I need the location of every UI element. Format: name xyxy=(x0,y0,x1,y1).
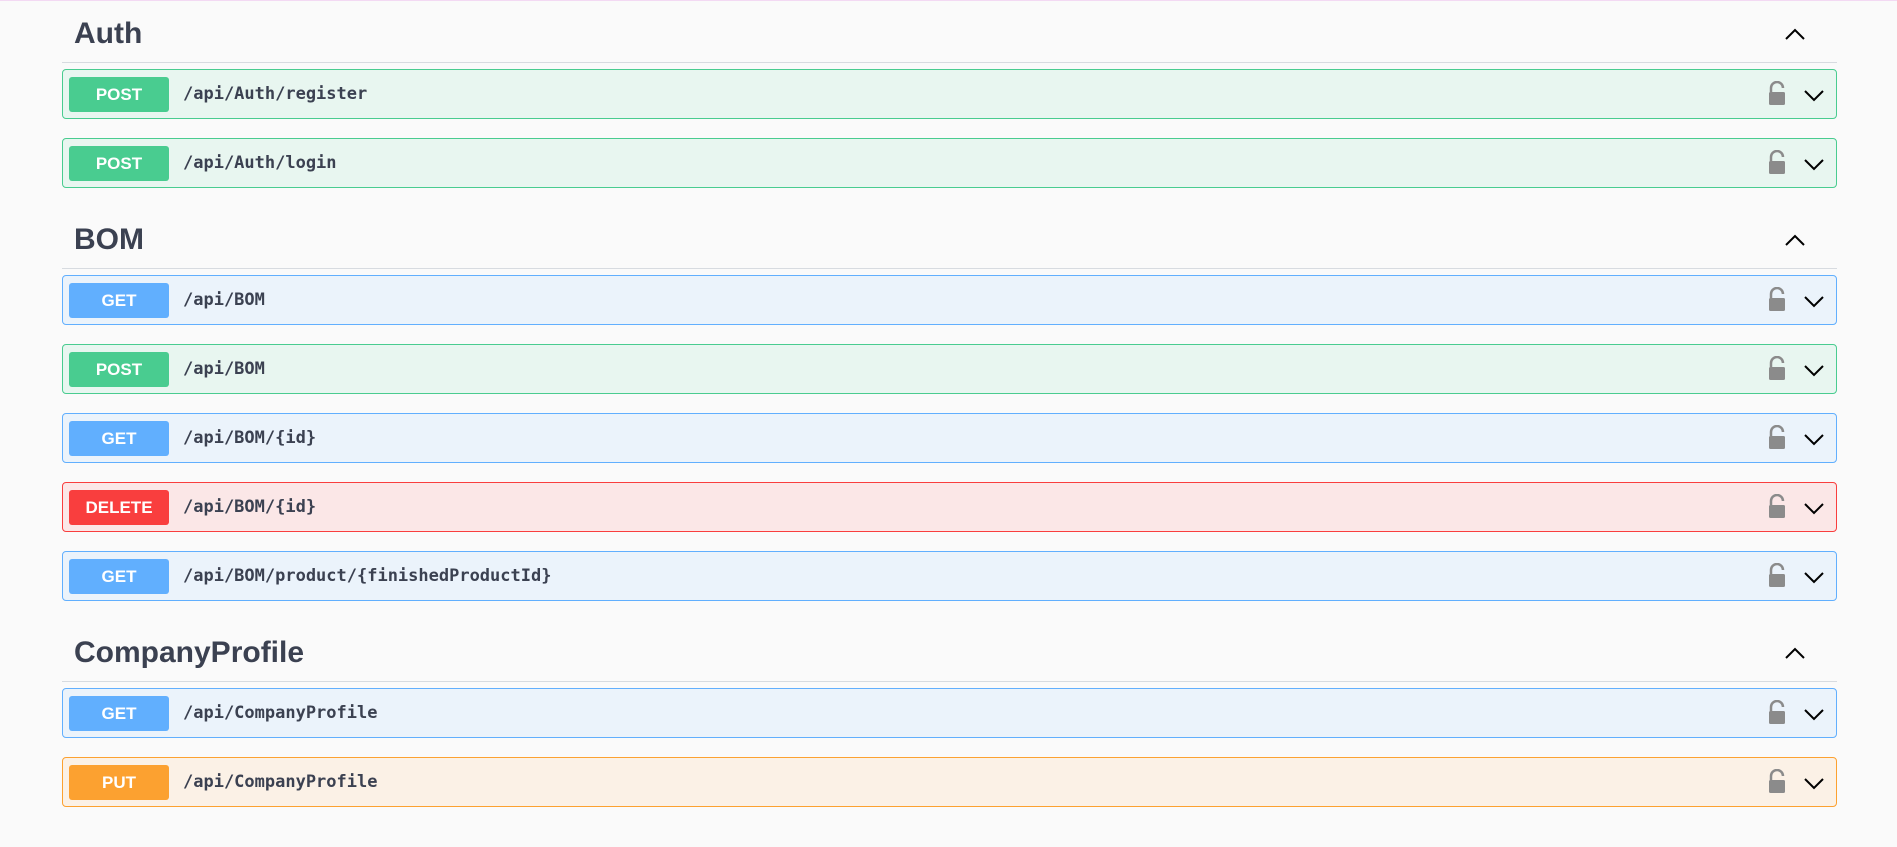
tag-section-companyprofile: CompanyProfile GET /api/CompanyProfile P… xyxy=(62,620,1837,807)
chevron-down-icon[interactable] xyxy=(1802,496,1826,520)
lock-icon[interactable] xyxy=(1766,494,1788,520)
tag-title: BOM xyxy=(74,223,144,256)
lock-icon[interactable] xyxy=(1766,563,1788,589)
method-badge: GET xyxy=(69,421,169,456)
operation-row[interactable]: POST /api/BOM xyxy=(62,344,1837,394)
chevron-down-icon[interactable] xyxy=(1802,358,1826,382)
method-badge: POST xyxy=(69,77,169,112)
method-badge: POST xyxy=(69,352,169,387)
lock-icon[interactable] xyxy=(1766,425,1788,451)
tag-header-auth[interactable]: Auth xyxy=(62,1,1837,63)
lock-icon[interactable] xyxy=(1766,150,1788,176)
chevron-down-icon[interactable] xyxy=(1802,427,1826,451)
method-badge: GET xyxy=(69,696,169,731)
chevron-up-icon[interactable] xyxy=(1783,642,1807,666)
tag-title: Auth xyxy=(74,17,143,50)
method-badge: GET xyxy=(69,559,169,594)
method-badge: PUT xyxy=(69,765,169,800)
operation-row[interactable]: GET /api/BOM/{id} xyxy=(62,413,1837,463)
operation-row[interactable]: POST /api/Auth/login xyxy=(62,138,1837,188)
operation-row[interactable]: DELETE /api/BOM/{id} xyxy=(62,482,1837,532)
operation-path: /api/CompanyProfile xyxy=(183,703,378,723)
operation-row[interactable]: PUT /api/CompanyProfile xyxy=(62,757,1837,807)
tag-section-auth: Auth POST /api/Auth/register POST /api/A… xyxy=(62,1,1837,188)
tag-section-bom: BOM GET /api/BOM POST /api/BOM GET /api/… xyxy=(62,207,1837,601)
chevron-up-icon[interactable] xyxy=(1783,229,1807,253)
operation-path: /api/BOM xyxy=(183,359,265,379)
method-badge: GET xyxy=(69,283,169,318)
operation-row[interactable]: GET /api/BOM/product/{finishedProductId} xyxy=(62,551,1837,601)
lock-icon[interactable] xyxy=(1766,356,1788,382)
operation-path: /api/BOM/product/{finishedProductId} xyxy=(183,566,552,586)
operation-row[interactable]: GET /api/BOM xyxy=(62,275,1837,325)
method-badge: DELETE xyxy=(69,490,169,525)
chevron-down-icon[interactable] xyxy=(1802,565,1826,589)
lock-icon[interactable] xyxy=(1766,769,1788,795)
tag-title: CompanyProfile xyxy=(74,636,305,669)
lock-icon[interactable] xyxy=(1766,81,1788,107)
chevron-down-icon[interactable] xyxy=(1802,702,1826,726)
operation-path: /api/BOM xyxy=(183,290,265,310)
swagger-page: Auth POST /api/Auth/register POST /api/A… xyxy=(0,0,1897,847)
lock-icon[interactable] xyxy=(1766,287,1788,313)
operation-path: /api/Auth/login xyxy=(183,153,337,173)
operation-path: /api/CompanyProfile xyxy=(183,772,378,792)
tag-header-companyprofile[interactable]: CompanyProfile xyxy=(62,620,1837,682)
operation-path: /api/BOM/{id} xyxy=(183,497,317,517)
operation-row[interactable]: POST /api/Auth/register xyxy=(62,69,1837,119)
operation-row[interactable]: GET /api/CompanyProfile xyxy=(62,688,1837,738)
chevron-down-icon[interactable] xyxy=(1802,83,1826,107)
operation-path: /api/Auth/register xyxy=(183,84,368,104)
chevron-up-icon[interactable] xyxy=(1783,23,1807,47)
method-badge: POST xyxy=(69,146,169,181)
operation-path: /api/BOM/{id} xyxy=(183,428,317,448)
operations-container: Auth POST /api/Auth/register POST /api/A… xyxy=(62,1,1837,826)
chevron-down-icon[interactable] xyxy=(1802,771,1826,795)
chevron-down-icon[interactable] xyxy=(1802,289,1826,313)
chevron-down-icon[interactable] xyxy=(1802,152,1826,176)
tag-header-bom[interactable]: BOM xyxy=(62,207,1837,269)
lock-icon[interactable] xyxy=(1766,700,1788,726)
